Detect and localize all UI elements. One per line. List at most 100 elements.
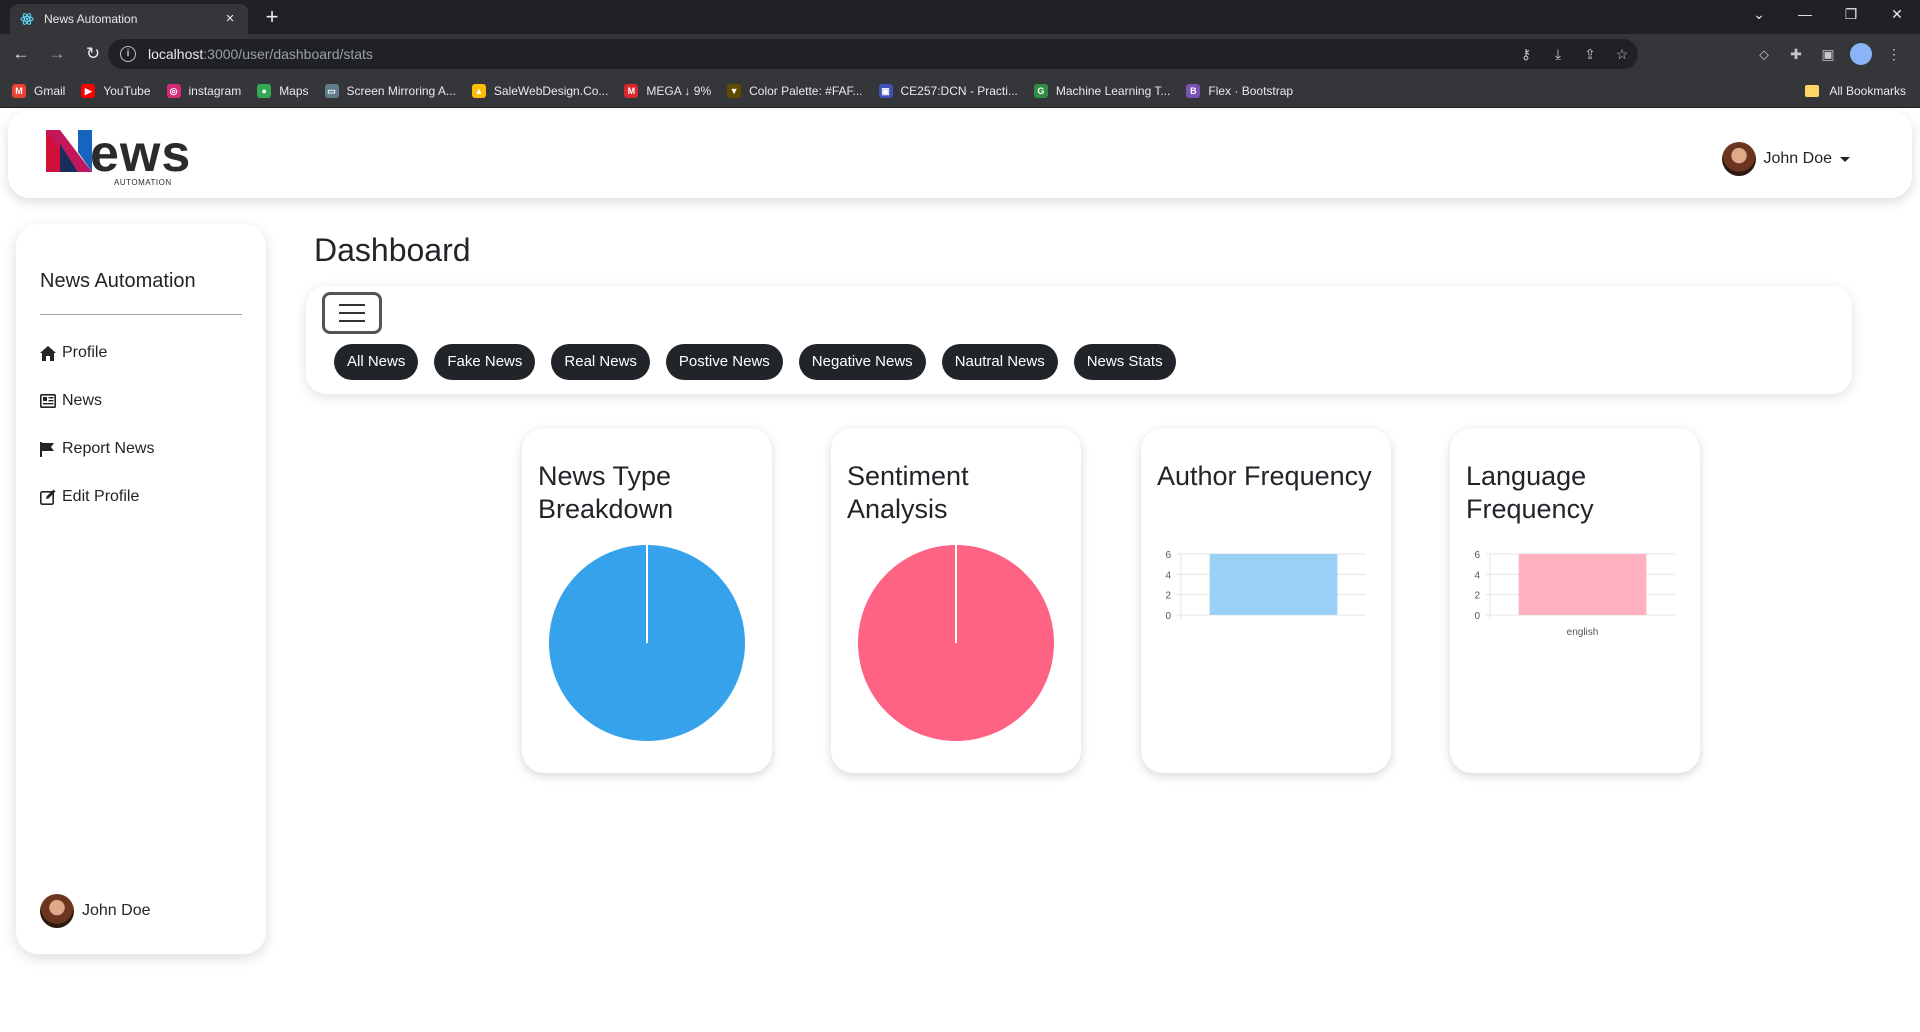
bookmark-label: Maps bbox=[279, 83, 309, 98]
chart-card: Sentiment Analysis bbox=[831, 428, 1081, 773]
browser-tab-title: News Automation bbox=[44, 12, 138, 26]
star-icon[interactable]: ☆ bbox=[1606, 46, 1638, 63]
filter-pill[interactable]: Postive News bbox=[665, 344, 783, 380]
react-icon bbox=[20, 12, 34, 26]
sidebar-user-name: John Doe bbox=[82, 902, 151, 919]
bookmark-item[interactable]: ▲ SaleWebDesign.Co... bbox=[471, 83, 608, 98]
menu-dots-icon[interactable]: ⋮ bbox=[1878, 46, 1910, 63]
bookmark-item[interactable]: M Gmail bbox=[12, 83, 65, 98]
bookmark-item[interactable]: ▭ Screen Mirroring A... bbox=[324, 83, 456, 98]
folder-icon bbox=[1805, 85, 1820, 97]
sidebar-divider bbox=[40, 314, 242, 315]
restore-icon[interactable]: ❐ bbox=[1828, 0, 1874, 30]
y-tick-label: 6 bbox=[1474, 550, 1480, 561]
chart-svg bbox=[858, 545, 1054, 741]
newspaper-icon bbox=[40, 394, 58, 408]
bookmark-favicon-icon: ▶ bbox=[81, 83, 96, 98]
omnibox-actions: ⚷ ⤓ ⇪ ☆ bbox=[1510, 39, 1638, 69]
menu-toggle-button[interactable] bbox=[322, 292, 382, 334]
bookmark-label: Screen Mirroring A... bbox=[346, 83, 456, 98]
bookmark-favicon-icon: M bbox=[624, 83, 639, 98]
sidebar-item-label: Report News bbox=[62, 440, 155, 457]
hamburger-line bbox=[339, 320, 365, 322]
bookmark-label: Color Palette: #FAF... bbox=[749, 83, 863, 98]
profile-icon[interactable] bbox=[1850, 43, 1872, 65]
share-icon[interactable]: ⇪ bbox=[1574, 46, 1606, 63]
address-bar[interactable]: i localhost :3000/user/dashboard/stats ⚷… bbox=[108, 39, 1638, 69]
bookmark-favicon-icon: ▭ bbox=[324, 83, 339, 98]
edit-icon bbox=[40, 489, 58, 505]
forward-icon[interactable]: → bbox=[42, 39, 72, 69]
logo-word: ews bbox=[90, 125, 192, 183]
logo-mark-icon bbox=[46, 130, 92, 172]
user-name: John Doe bbox=[1763, 150, 1833, 167]
filter-pill[interactable]: Negative News bbox=[798, 344, 926, 380]
filter-bar: All News Fake News Real News Postive News Ne… bbox=[306, 286, 1852, 394]
bookmark-item[interactable]: M MEGA ↓ 9% bbox=[624, 83, 712, 98]
key-icon[interactable]: ⚷ bbox=[1510, 46, 1542, 63]
bookmark-item[interactable]: ▶ YouTube bbox=[81, 83, 151, 98]
minimize-icon[interactable]: — bbox=[1782, 0, 1828, 30]
filter-pill[interactable]: Nautral News bbox=[941, 344, 1058, 380]
hamburger-line bbox=[339, 312, 365, 314]
sidepanel-icon[interactable]: ▣ bbox=[1812, 46, 1844, 63]
url-host: localhost bbox=[148, 46, 204, 62]
bookmark-item[interactable]: ◎ instagram bbox=[166, 83, 242, 98]
sidebar-item-report-news[interactable]: Report News bbox=[40, 440, 154, 458]
flag-icon bbox=[40, 441, 58, 457]
bookmark-favicon-icon: ◎ bbox=[166, 83, 181, 98]
bookmark-label: Flex · Bootstrap bbox=[1208, 83, 1294, 98]
sidebar-user[interactable]: John Doe bbox=[40, 894, 151, 928]
browser-toolbar: ← → ↻ i localhost :3000/user/dashboard/s… bbox=[0, 34, 1920, 74]
y-tick-label: 0 bbox=[1165, 611, 1171, 622]
bookmark-favicon-icon: G bbox=[1033, 83, 1048, 98]
close-window-icon[interactable]: ✕ bbox=[1874, 0, 1920, 30]
tab-search-icon[interactable]: ⌄ bbox=[1736, 0, 1782, 30]
bar[interactable] bbox=[1518, 554, 1647, 615]
y-tick-label: 4 bbox=[1474, 570, 1480, 581]
new-tab-button[interactable]: + bbox=[260, 6, 284, 30]
news-logo[interactable]: ews AUTOMATION bbox=[38, 125, 198, 190]
bookmark-label: Machine Learning T... bbox=[1055, 83, 1171, 98]
y-tick-label: 2 bbox=[1165, 591, 1171, 602]
bookmark-item[interactable]: ▣ CE257:DCN - Practi... bbox=[878, 83, 1018, 98]
bookmark-item[interactable]: ▼ Color Palette: #FAF... bbox=[727, 83, 863, 98]
back-icon[interactable]: ← bbox=[6, 39, 36, 69]
bookmark-label: CE257:DCN - Practi... bbox=[900, 83, 1018, 98]
logo-subtitle: AUTOMATION bbox=[114, 178, 172, 187]
all-bookmarks[interactable]: All Bookmarks bbox=[1805, 74, 1906, 108]
close-tab-icon[interactable]: × bbox=[222, 11, 238, 27]
browser-tab[interactable]: News Automation × bbox=[10, 4, 248, 34]
filter-pill[interactable]: Fake News bbox=[434, 344, 536, 380]
bookmark-label: MEGA ↓ 9% bbox=[646, 83, 712, 98]
all-bookmarks-label: All Bookmarks bbox=[1829, 84, 1906, 98]
bookmark-label: instagram bbox=[188, 83, 242, 98]
bookmark-favicon-icon: ▣ bbox=[878, 83, 893, 98]
user-dropdown[interactable]: John Doe bbox=[1721, 142, 1850, 176]
reload-icon[interactable]: ↻ bbox=[78, 39, 108, 69]
site-info-icon[interactable]: i bbox=[120, 46, 136, 62]
install-icon[interactable]: ⤓ bbox=[1542, 46, 1574, 63]
filter-pill[interactable]: All News bbox=[334, 344, 419, 380]
bar[interactable] bbox=[1209, 554, 1338, 615]
extension-area: ⬦ ✚ ▣ ⋮ bbox=[1748, 39, 1910, 69]
y-tick-label: 0 bbox=[1474, 611, 1480, 622]
bookmark-item[interactable]: B Flex · Bootstrap bbox=[1186, 83, 1294, 98]
home-icon bbox=[40, 345, 58, 361]
filter-pill[interactable]: News Stats bbox=[1073, 344, 1176, 380]
x-tick-label: english bbox=[1567, 627, 1599, 638]
bookmark-favicon-icon: ● bbox=[257, 83, 272, 98]
sidebar-item-profile[interactable]: Profile bbox=[40, 344, 107, 362]
puzzle-icon[interactable]: ✚ bbox=[1780, 46, 1812, 63]
avatar bbox=[40, 894, 74, 928]
bookmark-item[interactable]: G Machine Learning T... bbox=[1033, 83, 1171, 98]
page-title: Dashboard bbox=[314, 232, 471, 268]
filter-pill[interactable]: Real News bbox=[551, 344, 650, 380]
top-navbar: ews AUTOMATION John Doe bbox=[8, 110, 1912, 198]
chart-card: News Type Breakdown bbox=[522, 428, 772, 773]
bookmark-item[interactable]: ● Maps bbox=[257, 83, 309, 98]
extension-icon[interactable]: ⬦ bbox=[1748, 46, 1780, 63]
sidebar-item-news[interactable]: News bbox=[40, 392, 102, 410]
sidebar-item-edit-profile[interactable]: Edit Profile bbox=[40, 488, 139, 506]
chart-card: Language Frequency 0 2 4 6 english bbox=[1450, 428, 1700, 773]
